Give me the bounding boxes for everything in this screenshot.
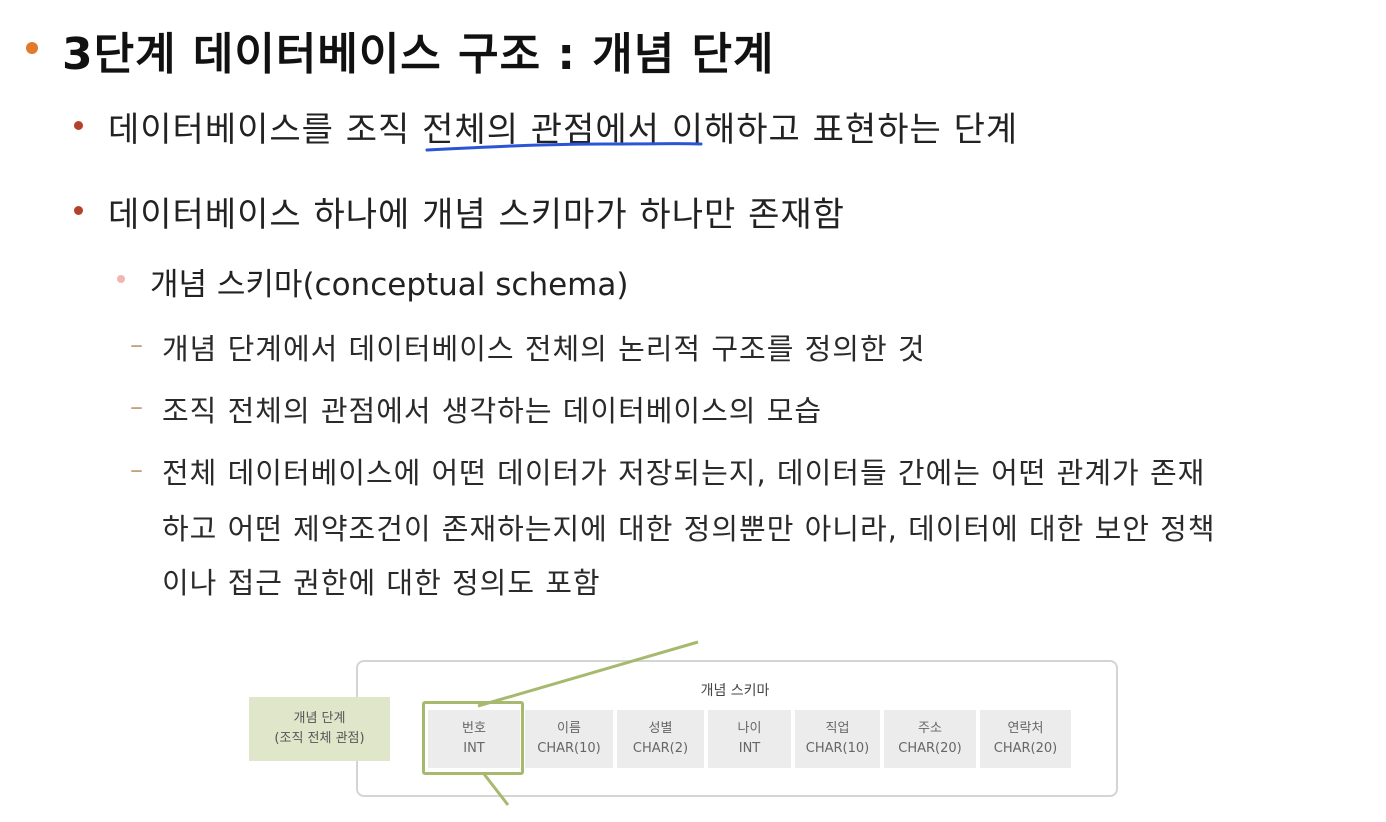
- schema-column: 성별 CHAR(2): [617, 710, 704, 768]
- handwritten-underline-icon: [425, 142, 703, 152]
- detail-text: 조직 전체의 관점에서 생각하는 데이터베이스의 모습: [162, 394, 823, 428]
- dash-icon: –: [130, 392, 143, 422]
- dash-icon: –: [130, 455, 143, 485]
- schema-column: 이름 CHAR(10): [525, 710, 613, 768]
- schema-column: 연락처 CHAR(20): [980, 710, 1071, 768]
- column-name: 성별: [648, 721, 673, 736]
- column-name: 연락처: [1007, 721, 1044, 736]
- column-type: CHAR(20): [993, 741, 1058, 756]
- level-label: 개념 단계 (조직 전체 관점): [249, 697, 390, 761]
- column-type: CHAR(2): [632, 741, 689, 756]
- schema-column: 주소 CHAR(20): [884, 710, 976, 768]
- column-type: INT: [738, 741, 761, 756]
- detail-text: 하고 어떤 제약조건이 존재하는지에 대한 정의뿐만 아니라, 데이터에 대한 …: [162, 512, 1216, 546]
- column-name: 주소: [918, 721, 942, 736]
- schema-column: 나이 INT: [708, 710, 791, 768]
- sub-bullet-icon: [117, 275, 125, 283]
- page-title: 3단계 데이터베이스 구조 : 개념 단계: [62, 29, 775, 80]
- detail-text: 이나 접근 권한에 대한 정의도 포함: [162, 566, 601, 600]
- schema-title: 개념 스키마: [700, 683, 770, 699]
- bullet-icon: [74, 121, 83, 130]
- column-name: 나이: [737, 721, 762, 736]
- level-label-line: 개념 단계: [293, 711, 346, 726]
- column-name: 직업: [825, 721, 850, 736]
- detail-text: 전체 데이터베이스에 어떤 데이터가 저장되는지, 데이터들 간에는 어떤 관계…: [162, 456, 1206, 490]
- bullet-icon: [74, 206, 83, 215]
- detail-text: 개념 단계에서 데이터베이스 전체의 논리적 구조를 정의한 것: [162, 332, 926, 366]
- column-type: CHAR(20): [898, 741, 962, 756]
- schema-column: 직업 CHAR(10): [795, 710, 880, 768]
- title-bullet-icon: [26, 42, 38, 54]
- dash-icon: –: [130, 330, 143, 360]
- level-label-line: (조직 전체 관점): [274, 731, 365, 746]
- column-type: CHAR(10): [537, 741, 601, 756]
- column-type: CHAR(10): [805, 741, 870, 756]
- bullet-text: 데이터베이스 하나에 개념 스키마가 하나만 존재함: [108, 195, 845, 235]
- sub-bullet-text: 개념 스키마(conceptual schema): [150, 267, 629, 303]
- column-highlight-frame: [422, 701, 524, 775]
- column-name: 이름: [557, 721, 581, 736]
